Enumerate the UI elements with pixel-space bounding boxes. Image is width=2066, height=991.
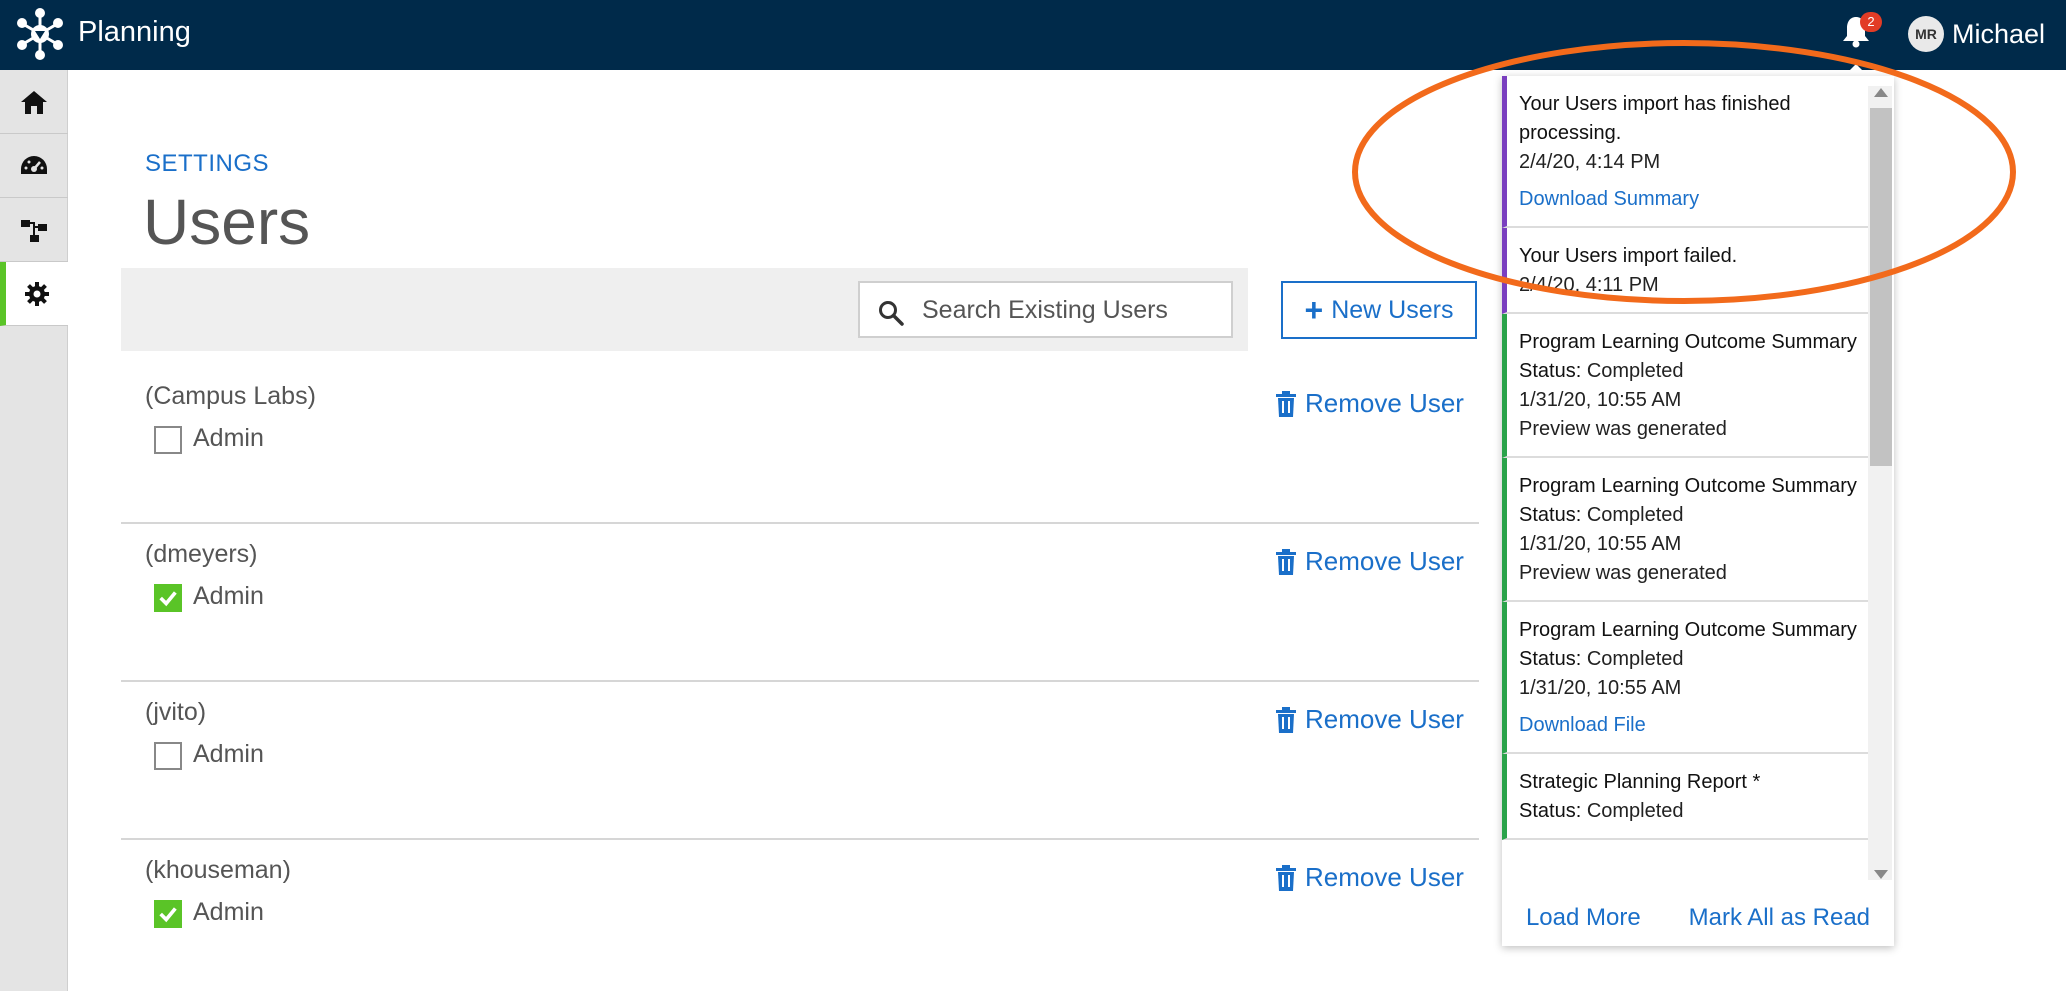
admin-label: Admin xyxy=(193,898,264,926)
app-title: Planning xyxy=(78,16,191,48)
notification-item[interactable]: Program Learning Outcome Summary Status: … xyxy=(1502,458,1868,602)
notification-item[interactable]: Strategic Planning Report * Status: Compl… xyxy=(1502,754,1868,840)
scroll-down-icon[interactable] xyxy=(1874,870,1888,879)
load-more-button[interactable]: Load More xyxy=(1526,904,1641,932)
admin-label: Admin xyxy=(193,740,264,768)
notification-status: Status: Completed xyxy=(1519,504,1684,526)
admin-label: Admin xyxy=(193,582,264,610)
sidebar-item-settings[interactable] xyxy=(0,262,68,326)
admin-checkbox[interactable] xyxy=(154,584,182,612)
plus-icon: + xyxy=(1304,292,1324,328)
sidebar-item-hierarchy[interactable] xyxy=(0,198,68,262)
admin-label: Admin xyxy=(193,424,264,452)
sidebar-item-dashboard[interactable] xyxy=(0,134,68,198)
sidebar xyxy=(0,70,68,991)
admin-checkbox[interactable] xyxy=(154,900,182,928)
page-title: Users xyxy=(143,186,311,258)
remove-user-button[interactable]: Remove User xyxy=(1275,546,1464,577)
search-input[interactable] xyxy=(922,291,1222,329)
user-row: (khouseman) Admin Remove User xyxy=(121,840,1479,991)
notification-note: Preview was generated xyxy=(1519,418,1727,440)
user-name-label: (khouseman) xyxy=(145,856,291,884)
checkmark-icon xyxy=(159,907,177,923)
notification-title: Program Learning Outcome Summary xyxy=(1519,331,1857,353)
notification-footer: Load More Mark All as Read xyxy=(1502,890,1894,946)
notification-count-badge: 2 xyxy=(1860,12,1882,32)
remove-user-label: Remove User xyxy=(1305,704,1464,734)
notification-time: 1/31/20, 10:55 AM xyxy=(1519,677,1682,699)
trash-icon xyxy=(1276,390,1296,417)
notification-status: Status: Completed xyxy=(1519,360,1684,382)
hierarchy-icon xyxy=(21,219,47,242)
notification-status: Status: Completed xyxy=(1519,800,1684,822)
notification-status: Status: Completed xyxy=(1519,648,1684,670)
home-icon xyxy=(21,90,47,114)
remove-user-button[interactable]: Remove User xyxy=(1275,862,1464,893)
notification-title: Program Learning Outcome Summary xyxy=(1519,619,1857,641)
breadcrumb[interactable]: SETTINGS xyxy=(145,150,269,178)
user-row: (dmeyers) Admin Remove User xyxy=(121,524,1479,682)
notification-time: 1/31/20, 10:55 AM xyxy=(1519,533,1682,555)
sidebar-item-home[interactable] xyxy=(0,70,68,134)
user-name-label: (Campus Labs) xyxy=(145,382,316,410)
dashboard-icon xyxy=(21,155,47,174)
trash-icon xyxy=(1276,548,1296,575)
checkmark-icon xyxy=(159,591,177,607)
trash-icon xyxy=(1276,706,1296,733)
user-row: (Campus Labs) Admin Remove User xyxy=(121,366,1479,524)
remove-user-button[interactable]: Remove User xyxy=(1275,704,1464,735)
search-box[interactable] xyxy=(858,281,1233,338)
remove-user-label: Remove User xyxy=(1305,388,1464,418)
user-row: (jvito) Admin Remove User xyxy=(121,682,1479,840)
user-name-label: (jvito) xyxy=(145,698,207,726)
remove-user-label: Remove User xyxy=(1305,546,1464,576)
notification-item[interactable]: Program Learning Outcome Summary Status: … xyxy=(1502,602,1868,754)
notification-item[interactable]: Program Learning Outcome Summary Status: … xyxy=(1502,314,1868,458)
admin-checkbox[interactable] xyxy=(154,426,182,454)
notification-link[interactable]: Download File xyxy=(1519,711,1858,740)
notification-title: Strategic Planning Report * xyxy=(1519,771,1761,793)
notification-time: 1/31/20, 10:55 AM xyxy=(1519,389,1682,411)
search-icon xyxy=(879,301,904,326)
gear-icon xyxy=(25,281,49,306)
notification-note: Preview was generated xyxy=(1519,562,1727,584)
mark-all-read-button[interactable]: Mark All as Read xyxy=(1689,904,1870,932)
admin-checkbox[interactable] xyxy=(154,742,182,770)
user-name-label: (dmeyers) xyxy=(145,540,258,568)
logo-icon[interactable] xyxy=(12,6,68,62)
remove-user-button[interactable]: Remove User xyxy=(1275,388,1464,419)
notification-title: Program Learning Outcome Summary xyxy=(1519,475,1857,497)
annotation-ellipse xyxy=(1352,40,2016,304)
trash-icon xyxy=(1276,864,1296,891)
remove-user-label: Remove User xyxy=(1305,862,1464,892)
